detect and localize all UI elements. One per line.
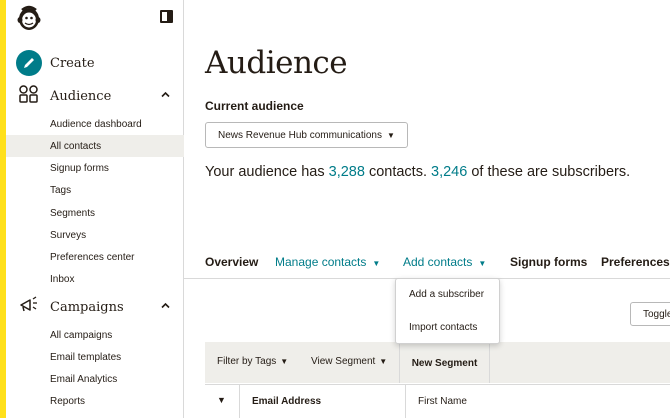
audience-summary: Your audience has 3,288 contacts. 3,246 … xyxy=(205,164,630,180)
sidebar-toggle-icon[interactable] xyxy=(160,10,173,23)
page-title: Audience xyxy=(205,45,348,81)
chevron-up-icon[interactable] xyxy=(161,301,170,310)
sidebar-item-surveys[interactable]: Surveys xyxy=(6,224,184,246)
audience-icon xyxy=(19,84,39,108)
summary-text: contacts. xyxy=(364,164,432,180)
sidebar-item-tags[interactable]: Tags xyxy=(6,179,184,201)
tab-overview[interactable]: Overview xyxy=(205,255,258,269)
sidebar-item-email-templates[interactable]: Email templates xyxy=(6,346,184,368)
filter-by-tags-label: Filter by Tags xyxy=(217,356,277,367)
nav-create-label: Create xyxy=(50,55,95,71)
tab-manage-contacts-label: Manage contacts xyxy=(275,255,367,269)
current-audience-label: Current audience xyxy=(205,99,304,113)
menu-item-add-subscriber[interactable]: Add a subscriber xyxy=(409,289,484,300)
column-header-email[interactable]: Email Address xyxy=(252,396,321,407)
main-content: Audience Current audience News Revenue H… xyxy=(184,0,670,418)
chevron-down-icon[interactable]: ▼ xyxy=(217,395,226,405)
nav-create[interactable]: Create xyxy=(6,47,184,79)
nav-audience-label: Audience xyxy=(50,88,112,104)
chevron-down-icon: ▼ xyxy=(379,357,388,366)
tab-add-contacts-label: Add contacts xyxy=(403,255,473,269)
sidebar-item-all-contacts[interactable]: All contacts xyxy=(6,135,184,157)
view-segment-dropdown[interactable]: View Segment ▼ xyxy=(311,356,387,367)
audience-tabs: Overview Manage contacts ▼ Add contacts ▼ … xyxy=(184,251,670,279)
sidebar-item-audience-dashboard[interactable]: Audience dashboard xyxy=(6,113,184,135)
contacts-count-link[interactable]: 3,288 xyxy=(329,164,365,180)
view-segment-label: View Segment xyxy=(311,356,376,367)
contacts-table-header: ▼ Email Address First Name xyxy=(205,384,670,418)
tab-signup-forms[interactable]: Signup forms xyxy=(510,255,587,269)
column-divider xyxy=(239,385,240,418)
pencil-icon xyxy=(16,50,42,76)
megaphone-icon xyxy=(19,295,39,319)
mailchimp-logo[interactable] xyxy=(16,4,42,32)
chevron-down-icon: ▼ xyxy=(478,259,487,268)
summary-text: Your audience has xyxy=(205,164,329,180)
menu-item-import-contacts[interactable]: Import contacts xyxy=(409,322,477,333)
tab-add-contacts[interactable]: Add contacts ▼ xyxy=(403,255,486,269)
sidebar: Create Audience Audience dashboard All c… xyxy=(6,0,184,418)
subscribers-count-link[interactable]: 3,246 xyxy=(431,164,467,180)
chevron-down-icon: ▼ xyxy=(386,130,395,140)
chevron-up-icon[interactable] xyxy=(161,90,170,99)
tab-preferences-center[interactable]: Preferences c xyxy=(601,255,670,269)
filter-bar: Filter by Tags ▼ View Segment ▼ New Segmen… xyxy=(205,342,670,383)
sidebar-item-signup-forms[interactable]: Signup forms xyxy=(6,157,184,179)
filter-by-tags-dropdown[interactable]: Filter by Tags ▼ xyxy=(217,356,288,367)
chevron-down-icon: ▼ xyxy=(280,357,289,366)
nav-campaigns[interactable]: Campaigns xyxy=(6,291,184,323)
sidebar-item-inbox[interactable]: Inbox xyxy=(6,268,184,290)
sidebar-item-email-analytics[interactable]: Email Analytics xyxy=(6,368,184,390)
sidebar-item-preferences-center[interactable]: Preferences center xyxy=(6,246,184,268)
column-divider xyxy=(405,385,406,418)
sidebar-item-all-campaigns[interactable]: All campaigns xyxy=(6,324,184,346)
nav-audience[interactable]: Audience xyxy=(6,80,184,112)
summary-text: of these are subscribers. xyxy=(467,164,631,180)
chevron-down-icon: ▼ xyxy=(372,259,381,268)
audience-select[interactable]: News Revenue Hub communications ▼ xyxy=(205,122,408,148)
nav-campaigns-label: Campaigns xyxy=(50,299,124,315)
audience-select-value: News Revenue Hub communications xyxy=(218,129,382,141)
toggle-button[interactable]: Toggle xyxy=(630,302,670,326)
add-contacts-menu: Add a subscriber Import contacts xyxy=(395,278,500,344)
column-header-first-name[interactable]: First Name xyxy=(418,396,467,407)
new-segment-button[interactable]: New Segment xyxy=(399,343,490,383)
tab-manage-contacts[interactable]: Manage contacts ▼ xyxy=(275,255,380,269)
sidebar-item-segments[interactable]: Segments xyxy=(6,202,184,224)
sidebar-item-reports[interactable]: Reports xyxy=(6,390,184,412)
